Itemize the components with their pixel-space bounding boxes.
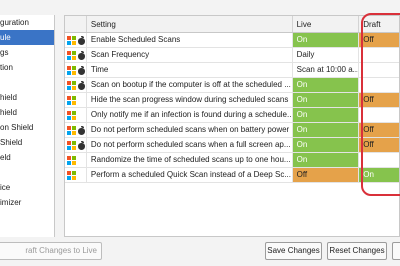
live-value-cell: Daily [293, 48, 360, 62]
windows-icon [67, 125, 76, 135]
table-row[interactable]: Do not perform scheduled scans when a fu… [65, 138, 399, 153]
platform-cell [65, 168, 87, 182]
windows-icon [67, 170, 76, 180]
platform-cell [65, 48, 87, 62]
sidebar-item[interactable]: on Shield [0, 120, 54, 135]
table-row[interactable]: Only notify me if an infection is found … [65, 108, 399, 123]
grid-header: Setting Live Draft [65, 16, 399, 33]
draft-value-cell[interactable] [359, 78, 399, 92]
setting-cell: Randomize the time of scheduled scans up… [87, 153, 293, 167]
draft-value-cell[interactable]: Off [359, 138, 399, 152]
table-row[interactable]: Randomize the time of scheduled scans up… [65, 153, 399, 168]
live-column-header[interactable]: Live [293, 16, 360, 32]
apple-icon [77, 80, 85, 90]
table-row[interactable]: Hide the scan progress window during sch… [65, 93, 399, 108]
grid-body: Enable Scheduled Scans On Off Scan Frequenc… [65, 33, 399, 183]
platform-cell [65, 108, 87, 122]
windows-icon [67, 80, 76, 90]
windows-icon [67, 155, 76, 165]
table-row[interactable]: Do not perform scheduled scans when on b… [65, 123, 399, 138]
platform-cell [65, 93, 87, 107]
platform-column-header [65, 16, 87, 32]
platform-cell [65, 138, 87, 152]
sidebar-item[interactable]: eld [0, 150, 54, 165]
live-value-cell: On [292, 123, 360, 137]
reset-changes-button[interactable]: Reset Changes [327, 242, 387, 260]
platform-cell [65, 33, 87, 47]
sidebar-item[interactable]: guration [0, 15, 54, 30]
windows-icon [67, 35, 76, 45]
draft-value-cell[interactable]: On [359, 168, 399, 182]
apple-icon [77, 50, 85, 60]
windows-icon [67, 140, 76, 150]
platform-cell [65, 63, 87, 77]
setting-cell: Perform a scheduled Quick Scan instead o… [87, 168, 293, 182]
windows-icon [67, 65, 76, 75]
apple-icon [77, 65, 85, 75]
table-row[interactable]: Enable Scheduled Scans On Off [65, 33, 399, 48]
bottom-bar: raft Changes to Live Save Changes Reset … [0, 238, 400, 266]
live-value-cell: On [292, 153, 360, 167]
table-row[interactable]: Scan Frequency Daily [65, 48, 399, 63]
extra-button[interactable] [392, 242, 400, 260]
live-value-cell: On [292, 93, 360, 107]
sidebar-item[interactable]: tion [0, 60, 54, 75]
setting-cell: Hide the scan progress window during sch… [87, 93, 293, 107]
apple-icon [77, 35, 85, 45]
live-value-cell: On [292, 108, 360, 122]
publish-draft-button[interactable]: raft Changes to Live [0, 242, 102, 260]
setting-cell: Scan Frequency [87, 48, 293, 62]
draft-value-cell[interactable] [359, 108, 399, 122]
apple-icon [77, 140, 85, 150]
sidebar-item[interactable] [0, 165, 54, 180]
live-value-cell: On [292, 138, 360, 152]
sidebar-item[interactable]: gs [0, 45, 54, 60]
draft-column-header[interactable]: Draft [359, 16, 399, 32]
save-changes-button[interactable]: Save Changes [265, 242, 322, 260]
platform-cell [65, 78, 87, 92]
sidebar-item[interactable]: hield [0, 105, 54, 120]
live-value-cell: Scan at 10:00 a... [293, 63, 360, 77]
sidebar-item[interactable]: ice [0, 180, 54, 195]
setting-cell: Time [87, 63, 293, 77]
platform-cell [65, 153, 87, 167]
draft-value-cell[interactable]: Off [359, 93, 399, 107]
sidebar-item[interactable]: imizer [0, 195, 54, 210]
live-value-cell: On [292, 33, 360, 47]
windows-icon [67, 95, 76, 105]
sidebar-item[interactable]: hield [0, 90, 54, 105]
draft-value-cell[interactable] [359, 153, 399, 167]
table-row[interactable]: Scan on bootup if the computer is off at… [65, 78, 399, 93]
apple-icon [77, 125, 85, 135]
live-value-cell: Off [292, 168, 360, 182]
setting-column-header[interactable]: Setting [87, 16, 293, 32]
setting-cell: Scan on bootup if the computer is off at… [87, 78, 293, 92]
setting-cell: Enable Scheduled Scans [87, 33, 293, 47]
setting-cell: Do not perform scheduled scans when on b… [87, 123, 293, 137]
policy-settings-window: guration ule gs tion hield hield on Shield Shie… [0, 0, 400, 266]
setting-cell: Only notify me if an infection is found … [87, 108, 293, 122]
setting-cell: Do not perform scheduled scans when a fu… [87, 138, 293, 152]
draft-value-cell[interactable] [359, 63, 399, 77]
table-row[interactable]: Time Scan at 10:00 a... [65, 63, 399, 78]
table-row[interactable]: Perform a scheduled Quick Scan instead o… [65, 168, 399, 183]
draft-value-cell[interactable]: Off [359, 33, 399, 47]
settings-grid: Setting Live Draft Enable Scheduled Scan… [64, 15, 400, 237]
sidebar-item[interactable]: ule [0, 30, 54, 45]
sidebar-item[interactable]: Shield [0, 135, 54, 150]
platform-cell [65, 123, 87, 137]
sidebar-splitter[interactable] [55, 15, 63, 237]
sidebar: guration ule gs tion hield hield on Shield Shie… [0, 15, 55, 237]
windows-icon [67, 50, 76, 60]
draft-value-cell[interactable]: Off [359, 123, 399, 137]
sidebar-item[interactable] [0, 75, 54, 90]
live-value-cell: On [292, 78, 360, 92]
draft-value-cell[interactable] [359, 48, 399, 62]
windows-icon [67, 110, 76, 120]
